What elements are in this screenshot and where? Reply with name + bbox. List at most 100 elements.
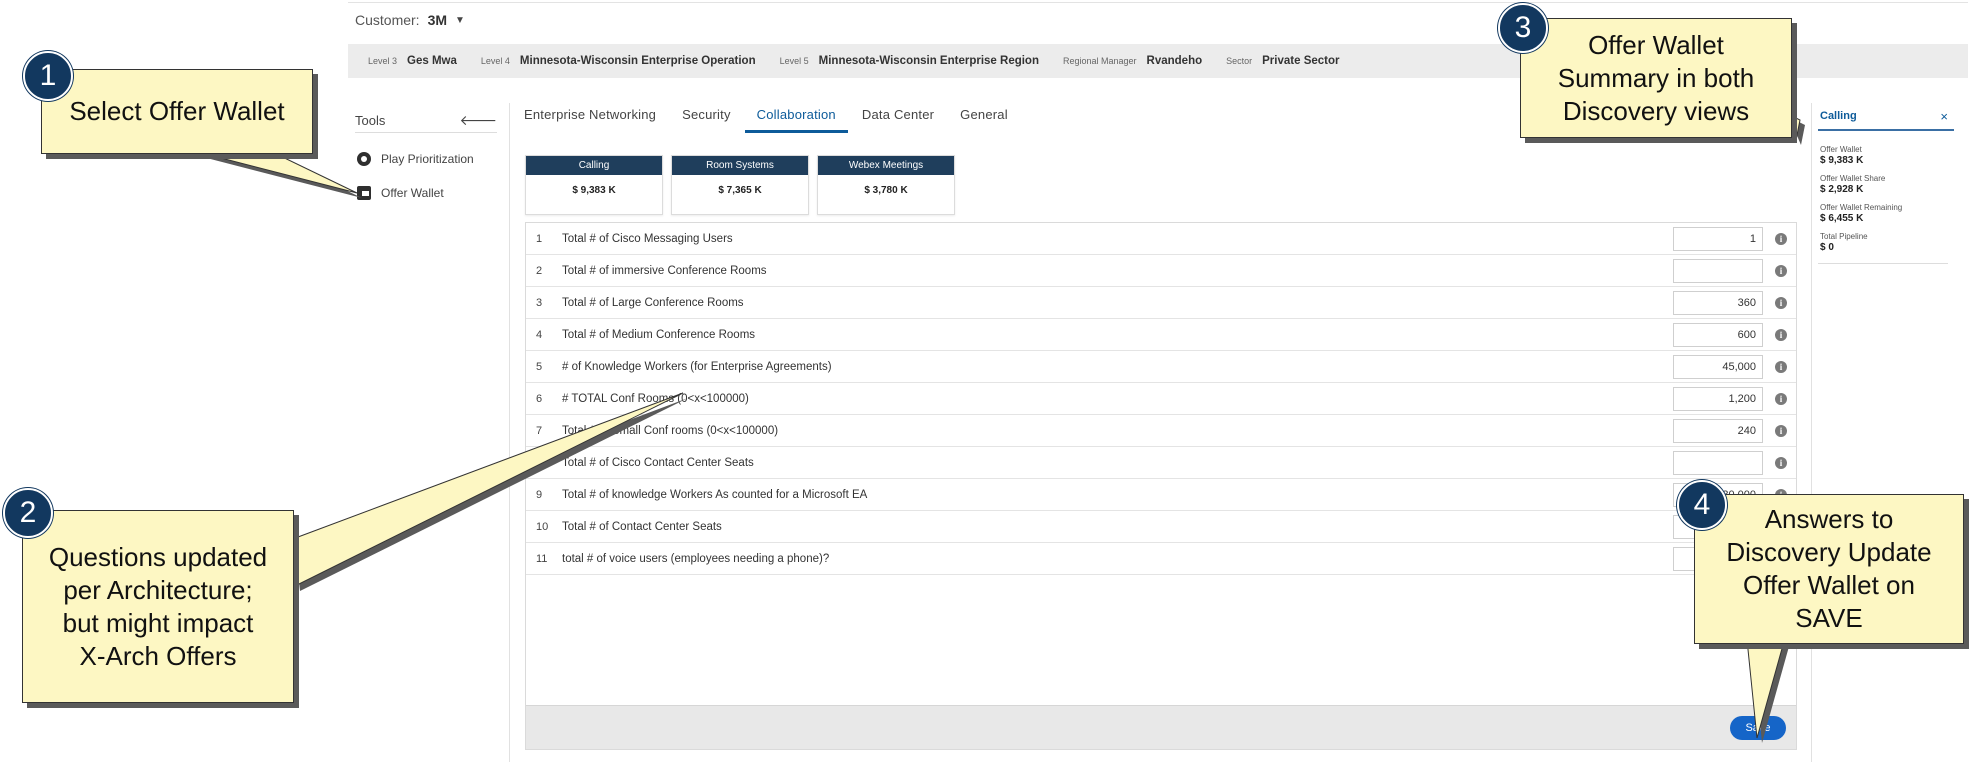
summary-item-value: $ 6,455 K xyxy=(1820,213,1864,224)
play-prioritization-icon xyxy=(357,152,371,166)
answer-input[interactable] xyxy=(1673,259,1763,283)
question-row: 6 # TOTAL Conf Rooms (0<x<100000) i xyxy=(526,383,1796,415)
caret-down-icon[interactable]: ▼ xyxy=(455,15,465,26)
tab-general[interactable]: General xyxy=(960,107,1008,133)
level3-label: Level 3 xyxy=(368,56,398,66)
question-number: 11 xyxy=(536,552,548,565)
offer-card-room-systems[interactable]: Room Systems $ 7,365 K xyxy=(671,155,809,215)
info-icon[interactable]: i xyxy=(1775,361,1787,373)
answer-input[interactable] xyxy=(1673,291,1763,315)
tools-divider xyxy=(509,103,510,762)
info-icon[interactable]: i xyxy=(1775,329,1787,341)
question-text: Total # of Large Conference Rooms xyxy=(562,296,744,309)
offer-card-title: Webex Meetings xyxy=(818,156,954,175)
architecture-tabs: Enterprise Networking Security Collabora… xyxy=(524,107,1008,133)
answer-input[interactable] xyxy=(1673,419,1763,443)
info-icon[interactable]: i xyxy=(1775,457,1787,469)
callout-1-pointer xyxy=(189,149,358,194)
answer-input[interactable] xyxy=(1673,323,1763,347)
question-row: 4 Total # of Medium Conference Rooms i xyxy=(526,319,1796,351)
question-row: 1 Total # of Cisco Messaging Users i xyxy=(526,223,1796,255)
callout-3-text: Offer Wallet Summary in both Discovery v… xyxy=(1557,29,1755,126)
question-row: 7 Total # of Small Conf rooms (0<x<10000… xyxy=(526,415,1796,447)
close-icon[interactable]: × xyxy=(1940,109,1948,124)
tool-play-prioritization[interactable]: Play Prioritization xyxy=(357,152,474,166)
callout-4: Answers to Discovery Update Offer Wallet… xyxy=(1694,494,1964,644)
level4-label: Level 4 xyxy=(480,56,510,66)
summary-title: Calling xyxy=(1820,110,1857,122)
customer-label: Customer: xyxy=(355,12,420,28)
summary-item-value: $ 9,383 K xyxy=(1820,155,1864,166)
question-text: Total # of Cisco Contact Center Seats xyxy=(562,456,754,469)
save-button[interactable]: Save xyxy=(1730,716,1786,740)
callout-3: Offer Wallet Summary in both Discovery v… xyxy=(1520,18,1792,138)
info-icon[interactable]: i xyxy=(1775,233,1787,245)
info-icon[interactable]: i xyxy=(1775,265,1787,277)
question-text: # of Knowledge Workers (for Enterprise A… xyxy=(562,360,832,373)
callout-4-text: Answers to Discovery Update Offer Wallet… xyxy=(1726,504,1932,633)
offer-card-webex-meetings[interactable]: Webex Meetings $ 3,780 K xyxy=(817,155,955,215)
offer-card-calling[interactable]: Calling $ 9,383 K xyxy=(525,155,663,215)
offer-wallet-summary: Calling × Offer Wallet $ 9,383 K Offer W… xyxy=(1818,103,1954,283)
answer-input[interactable] xyxy=(1673,387,1763,411)
tab-security[interactable]: Security xyxy=(682,107,731,133)
level4-value: Minnesota-Wisconsin Enterprise Operation xyxy=(519,55,756,67)
summary-item-label: Offer Wallet Remaining xyxy=(1820,203,1903,212)
summary-header: Calling × xyxy=(1818,103,1954,131)
summary-item: Offer Wallet Remaining $ 6,455 K xyxy=(1818,203,1954,224)
offer-card-value: $ 9,383 K xyxy=(572,185,616,196)
tool-label: Play Prioritization xyxy=(381,152,474,166)
question-number: 5 xyxy=(536,360,543,373)
callout-1-pointer-shadow xyxy=(195,155,362,198)
answer-input[interactable] xyxy=(1673,355,1763,379)
callout-1-badge: 1 xyxy=(23,51,73,101)
question-number: 1 xyxy=(536,232,543,245)
info-icon[interactable]: i xyxy=(1775,425,1787,437)
callout-2-text: Questions updated per Architecture; but … xyxy=(48,541,268,671)
question-text: Total # of immersive Conference Rooms xyxy=(562,264,767,277)
collapse-arrow-icon[interactable]: 🡐 xyxy=(459,112,497,129)
customer-selector[interactable]: Customer: 3M ▼ xyxy=(355,12,465,28)
question-text: # TOTAL Conf Rooms (0<x<100000) xyxy=(562,392,749,405)
question-text: Total # of knowledge Workers As counted … xyxy=(562,488,868,501)
question-number: 4 xyxy=(536,328,543,341)
offer-cards: Calling $ 9,383 K Room Systems $ 7,365 K… xyxy=(525,155,955,215)
offer-card-value: $ 3,780 K xyxy=(864,185,908,196)
question-text: Total # of Small Conf rooms (0<x<100000) xyxy=(562,424,779,437)
offer-card-title: Room Systems xyxy=(672,156,808,175)
tools-header: Tools 🡐 xyxy=(355,108,497,133)
question-text: Total # of Contact Center Seats xyxy=(562,520,722,533)
callout-2-badge: 2 xyxy=(3,488,53,538)
info-icon[interactable]: i xyxy=(1775,393,1787,405)
tool-offer-wallet[interactable]: Offer Wallet xyxy=(357,186,444,200)
answer-input[interactable] xyxy=(1673,227,1763,251)
summary-divider xyxy=(1818,263,1948,264)
answer-input[interactable] xyxy=(1673,451,1763,475)
sector-label: Sector xyxy=(1226,56,1253,66)
question-row: 9 Total # of knowledge Workers As counte… xyxy=(526,479,1796,511)
summary-divider xyxy=(1811,103,1812,762)
top-divider xyxy=(348,2,1968,3)
summary-item-label: Offer Wallet xyxy=(1820,145,1862,154)
info-icon[interactable]: i xyxy=(1775,297,1787,309)
question-number: 8 xyxy=(536,456,543,469)
customer-value: 3M xyxy=(427,12,448,28)
tab-collaboration[interactable]: Collaboration xyxy=(744,107,848,133)
question-number: 3 xyxy=(536,296,543,309)
tab-data-center[interactable]: Data Center xyxy=(862,107,934,133)
summary-item: Offer Wallet $ 9,383 K xyxy=(1818,145,1954,166)
summary-item-label: Offer Wallet Share xyxy=(1820,174,1886,183)
summary-item: Offer Wallet Share $ 2,928 K xyxy=(1818,174,1954,195)
sector-value: Private Sector xyxy=(1262,55,1340,67)
question-number: 10 xyxy=(536,520,549,533)
question-number: 6 xyxy=(536,392,543,405)
question-text: Total # of Cisco Messaging Users xyxy=(562,232,733,245)
tab-enterprise-networking[interactable]: Enterprise Networking xyxy=(524,107,656,133)
callout-1: Select Offer Wallet xyxy=(41,69,313,154)
summary-item: Total Pipeline $ 0 xyxy=(1818,232,1954,253)
level5-value: Minnesota-Wisconsin Enterprise Region xyxy=(818,55,1039,67)
question-row: 10 Total # of Contact Center Seats i xyxy=(526,511,1796,543)
offer-card-value: $ 7,365 K xyxy=(718,185,762,196)
question-number: 2 xyxy=(536,264,543,277)
callout-2: Questions updated per Architecture; but … xyxy=(22,510,294,703)
